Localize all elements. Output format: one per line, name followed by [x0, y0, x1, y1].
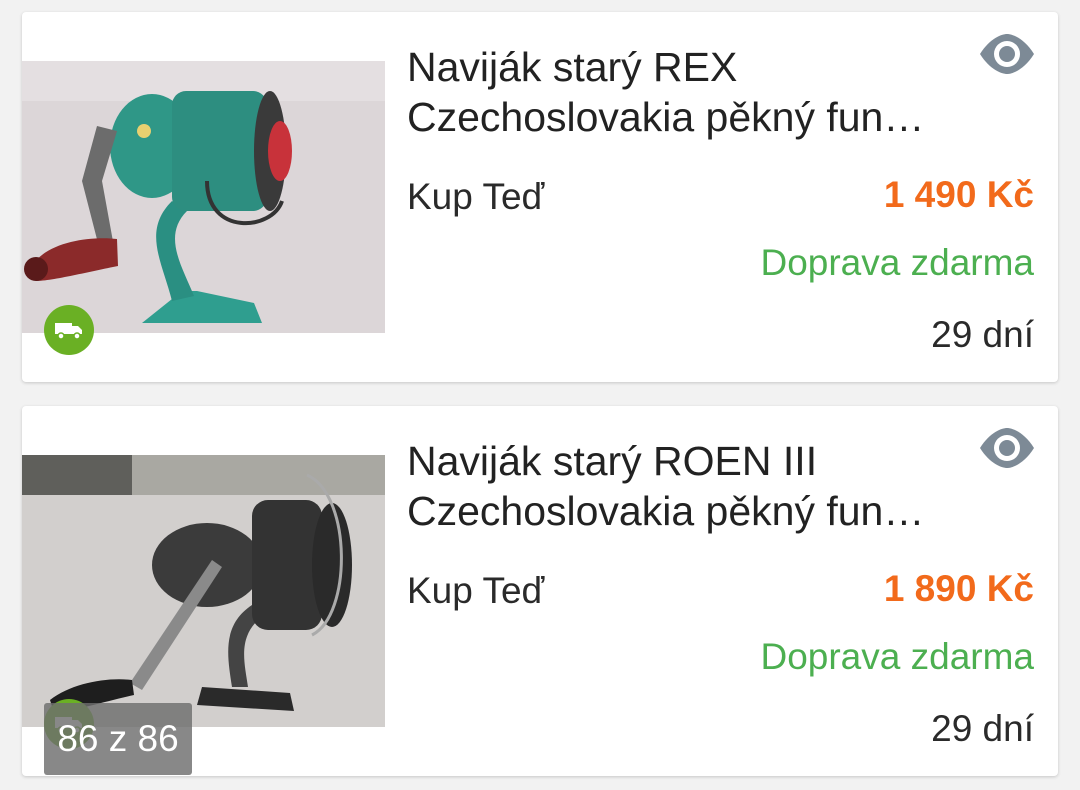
listing-price: 1 890 Kč — [883, 568, 1034, 609]
listing-image[interactable] — [22, 61, 385, 333]
free-shipping-badge — [44, 305, 94, 355]
shipping-info: Doprava zdarma — [760, 636, 1034, 677]
buy-now-label: Kup Teď — [407, 570, 545, 611]
eye-icon — [980, 34, 1034, 74]
listing-title[interactable]: Naviják starý REX Czechoslovakia pěkný f… — [407, 42, 967, 142]
watch-button[interactable] — [978, 30, 1036, 78]
reel-photo — [22, 455, 385, 727]
watch-button[interactable] — [978, 424, 1036, 472]
title-line-2: Czechoslovakia pěkný fun… — [407, 94, 925, 140]
listing-image[interactable] — [22, 455, 385, 727]
time-left: 29 dní — [931, 314, 1034, 355]
listing-price: 1 490 Kč — [883, 174, 1034, 215]
reel-photo — [22, 61, 385, 333]
buy-now-label: Kup Teď — [407, 176, 545, 217]
result-counter: 86 z 86 — [44, 703, 192, 775]
truck-icon — [55, 323, 82, 340]
listing-card[interactable]: Naviják starý REX Czechoslovakia pěkný f… — [22, 12, 1058, 382]
shipping-info: Doprava zdarma — [760, 242, 1034, 283]
time-left: 29 dní — [931, 708, 1034, 749]
title-line-1: Naviják starý REX — [407, 44, 738, 90]
title-line-1: Naviják starý ROEN III — [407, 438, 818, 484]
listing-title[interactable]: Naviják starý ROEN III Czechoslovakia pě… — [407, 436, 967, 536]
title-line-2: Czechoslovakia pěkný fun… — [407, 488, 925, 534]
eye-icon — [980, 428, 1034, 468]
